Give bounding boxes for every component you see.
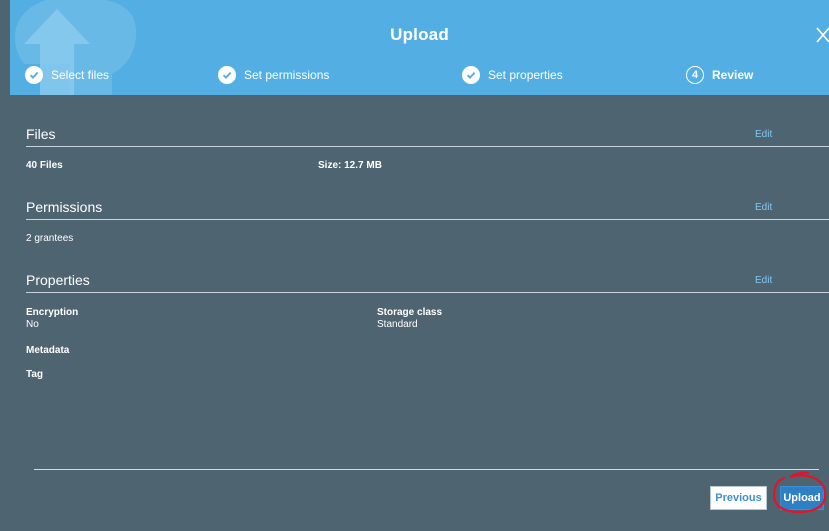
- step-set-properties[interactable]: Set properties: [462, 64, 563, 86]
- step-number-badge: 4: [686, 66, 704, 84]
- encryption-value: No: [26, 319, 39, 330]
- encryption-label: Encryption: [26, 307, 79, 318]
- upload-button[interactable]: Upload: [780, 486, 824, 510]
- step-label: Review: [712, 68, 754, 82]
- step-set-permissions[interactable]: Set permissions: [218, 64, 329, 86]
- tag-label: Tag: [26, 369, 44, 380]
- footer-divider: [34, 469, 819, 470]
- check-circle-icon: [462, 66, 480, 84]
- dialog-title: Upload: [390, 25, 449, 44]
- storage-class-label: Storage class: [377, 307, 443, 318]
- divider: [26, 146, 829, 147]
- metadata-label: Metadata: [26, 345, 70, 356]
- files-count: 40 Files: [26, 160, 63, 171]
- close-icon[interactable]: [816, 26, 829, 44]
- step-label: Select files: [51, 68, 110, 82]
- files-size: Size: 12.7 MB: [318, 160, 382, 171]
- wizard-header: Upload Select files Set permissions Set …: [10, 0, 829, 95]
- properties-section-title: Properties: [26, 272, 90, 288]
- files-edit-link[interactable]: Edit: [755, 129, 772, 140]
- step-label: Set properties: [488, 68, 563, 82]
- previous-button[interactable]: Previous: [710, 486, 767, 510]
- step-select-files[interactable]: Select files: [25, 64, 109, 86]
- permissions-edit-link[interactable]: Edit: [755, 202, 772, 213]
- check-circle-icon: [218, 66, 236, 84]
- storage-class-value: Standard: [377, 319, 418, 330]
- permissions-section-title: Permissions: [26, 199, 103, 215]
- files-section-title: Files: [26, 126, 56, 142]
- divider: [26, 219, 829, 220]
- properties-edit-link[interactable]: Edit: [755, 275, 772, 286]
- check-circle-icon: [25, 66, 43, 84]
- step-label: Set permissions: [244, 68, 330, 82]
- divider: [26, 292, 829, 293]
- step-review[interactable]: 4 Review: [686, 64, 753, 86]
- permissions-grantees: 2 grantees: [26, 233, 74, 244]
